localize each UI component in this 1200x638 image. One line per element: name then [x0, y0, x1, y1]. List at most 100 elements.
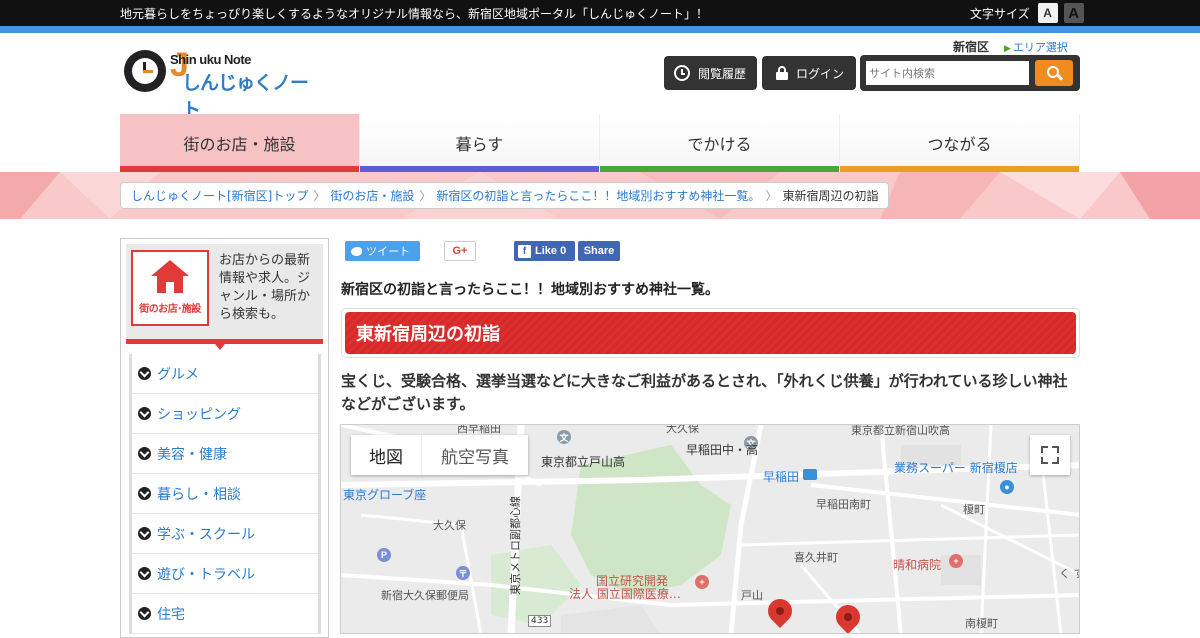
site-logo[interactable]: J Shin uku Note しんじゅくノート: [124, 48, 324, 121]
lock-icon: [776, 66, 788, 80]
breadcrumb-current: 東新宿周辺の初詣: [782, 189, 879, 203]
chevron-down-icon: [138, 447, 151, 460]
map-label: 大久保: [666, 424, 699, 435]
chevron-down-icon: [138, 407, 151, 420]
breadcrumb-link-shops[interactable]: 街のお店・施設: [330, 187, 414, 204]
map-label: 早稲田中・高: [686, 443, 759, 457]
chevron-right-icon: 〉: [313, 189, 326, 203]
map-label: 早稲田: [763, 470, 800, 484]
map-label: 晴和病院: [893, 558, 942, 572]
font-size-small-button[interactable]: A: [1037, 3, 1058, 23]
area-select-label: エリア選択: [1012, 41, 1068, 54]
nav-label: でかける: [687, 135, 752, 154]
sidebar-intro: お店からの最新情報や求人。ジャンル・場所から検索も。: [219, 253, 311, 322]
breadcrumb-link-home[interactable]: しんじゅくノート[新宿区]トップ: [131, 187, 308, 204]
sidebar: 街のお店･施設 お店からの最新情報や求人。ジャンル・場所から検索も。 グルメ シ…: [120, 238, 329, 638]
facebook-like-button[interactable]: f Like 0: [514, 241, 575, 261]
category-gourmet[interactable]: グルメ: [132, 354, 318, 394]
chevron-right-icon: 〉: [419, 189, 432, 203]
section-heading: 東新宿周辺の初詣: [345, 312, 1076, 354]
fb-like-label: Like 0: [535, 245, 567, 257]
chevron-down-icon: [138, 607, 151, 620]
map-label: 新宿大久保郵便局: [381, 589, 469, 602]
history-button[interactable]: 閲覧履歴: [664, 56, 757, 90]
google-plus-button[interactable]: G+: [444, 241, 476, 261]
facebook-thumb-icon: f: [518, 244, 531, 258]
category-label: 住宅: [157, 606, 185, 623]
google-map[interactable]: 地図 航空写真 西早稲田 大久保 東京都立新宿山吹高 文 東京都立戸山高 文 早…: [340, 424, 1080, 634]
login-button[interactable]: ログイン: [762, 56, 856, 90]
hospital-icon: +: [695, 575, 709, 589]
category-travel[interactable]: 遊び・トラベル: [132, 554, 318, 594]
category-label: グルメ: [157, 366, 199, 383]
portal-seal-icon: [124, 50, 166, 92]
chevron-down-icon: [138, 567, 151, 580]
map-type-control: 地図 航空写真: [351, 435, 528, 475]
category-label: 美容・健康: [157, 446, 227, 463]
area-select-link[interactable]: ▶ エリア選択: [1004, 39, 1068, 55]
shops-badge[interactable]: 街のお店･施設: [131, 250, 209, 326]
tweet-label: ツイート: [366, 245, 410, 258]
nav-item-outing[interactable]: でかける: [600, 114, 840, 172]
category-school[interactable]: 学ぶ・スクール: [132, 514, 318, 554]
chevron-down-icon: [138, 487, 151, 500]
header-accent-stripe: [0, 26, 1200, 33]
logo-english: Shin uku Note: [170, 52, 251, 67]
map-tab-satellite[interactable]: 航空写真: [421, 435, 528, 475]
chevron-down-icon: [138, 527, 151, 540]
metro-icon: [803, 469, 817, 480]
map-label: 法人 国立国際医療…: [569, 587, 681, 601]
twitter-bird-icon: [351, 246, 362, 256]
search-button[interactable]: [1035, 60, 1073, 86]
nav-label: つながる: [927, 135, 992, 154]
map-label: 東京都立戸山高: [541, 455, 626, 469]
map-label: 東京メトロ副都心線: [509, 496, 522, 595]
house-icon: [151, 260, 189, 296]
post-office-icon: 〒: [456, 566, 470, 580]
current-area: 新宿区: [953, 40, 990, 54]
breadcrumb: しんじゅくノート[新宿区]トップ 〉 街のお店・施設 〉 新宿区の初詣と言ったら…: [120, 182, 890, 209]
nav-item-shops[interactable]: 街のお店・施設: [120, 114, 360, 172]
category-housing[interactable]: 住宅: [132, 594, 318, 634]
font-size-label: 文字サイズ: [970, 6, 1030, 21]
category-living[interactable]: 暮らし・相談: [132, 474, 318, 514]
nav-item-connect[interactable]: つながる: [840, 114, 1080, 172]
map-tab-roadmap[interactable]: 地図: [351, 435, 421, 475]
category-label: 遊び・トラベル: [157, 566, 255, 583]
facebook-share-button[interactable]: Share: [578, 241, 620, 261]
parking-icon: P: [377, 548, 391, 562]
search-icon: [1046, 65, 1059, 78]
category-label: 学ぶ・スクール: [157, 526, 255, 543]
map-label: 東京グローブ座: [343, 488, 427, 502]
triangle-right-icon: ▶: [1004, 44, 1011, 54]
category-list: グルメ ショッピング 美容・健康 暮らし・相談 学ぶ・スクール 遊び・トラベル …: [129, 354, 321, 634]
search-input[interactable]: [866, 61, 1029, 85]
school-icon: 文: [557, 430, 571, 444]
route-shield: 433: [528, 615, 552, 627]
top-bar: 地元暮らしをちょっぴり楽しくするようなオリジナル情報なら、新宿区地域ポータル「し…: [0, 0, 1200, 26]
font-size-large-button[interactable]: A: [1063, 3, 1084, 23]
nav-item-living[interactable]: 暮らす: [360, 114, 600, 172]
category-label: 暮らし・相談: [157, 486, 241, 503]
map-label: 東京都立新宿山吹高: [851, 424, 950, 437]
tweet-button[interactable]: ツイート: [345, 241, 420, 261]
category-shopping[interactable]: ショッピング: [132, 394, 318, 434]
map-label: 戸山: [741, 589, 763, 602]
nav-label: 暮らす: [455, 135, 504, 154]
nav-label: 街のお店・施設: [183, 135, 296, 154]
section-heading-frame: 東新宿周辺の初詣: [341, 308, 1080, 358]
map-label: 早稲田南町: [816, 498, 871, 511]
triangle-down-icon: [215, 344, 225, 350]
login-label: ログイン: [796, 66, 845, 81]
shops-badge-label: 街のお店･施設: [139, 304, 201, 315]
chevron-right-icon: 〉: [765, 189, 778, 203]
section-lead: 宝くじ、受験合格、選挙当選などに大きなご利益があるとされ、「外れくじ供養」が行わ…: [341, 372, 1068, 413]
breadcrumb-link-article[interactable]: 新宿区の初詣と言ったらここ！！地域別おすすめ神社一覧。: [436, 187, 760, 204]
category-beauty[interactable]: 美容・健康: [132, 434, 318, 474]
chevron-down-icon: [138, 367, 151, 380]
font-size-switcher: 文字サイズ A A: [970, 3, 1084, 23]
map-label: 業務スーパー 新宿榎店: [894, 461, 1018, 475]
fullscreen-icon[interactable]: [1030, 435, 1070, 475]
shopping-icon: ●: [1000, 480, 1014, 494]
history-label: 閲覧履歴: [698, 66, 747, 81]
